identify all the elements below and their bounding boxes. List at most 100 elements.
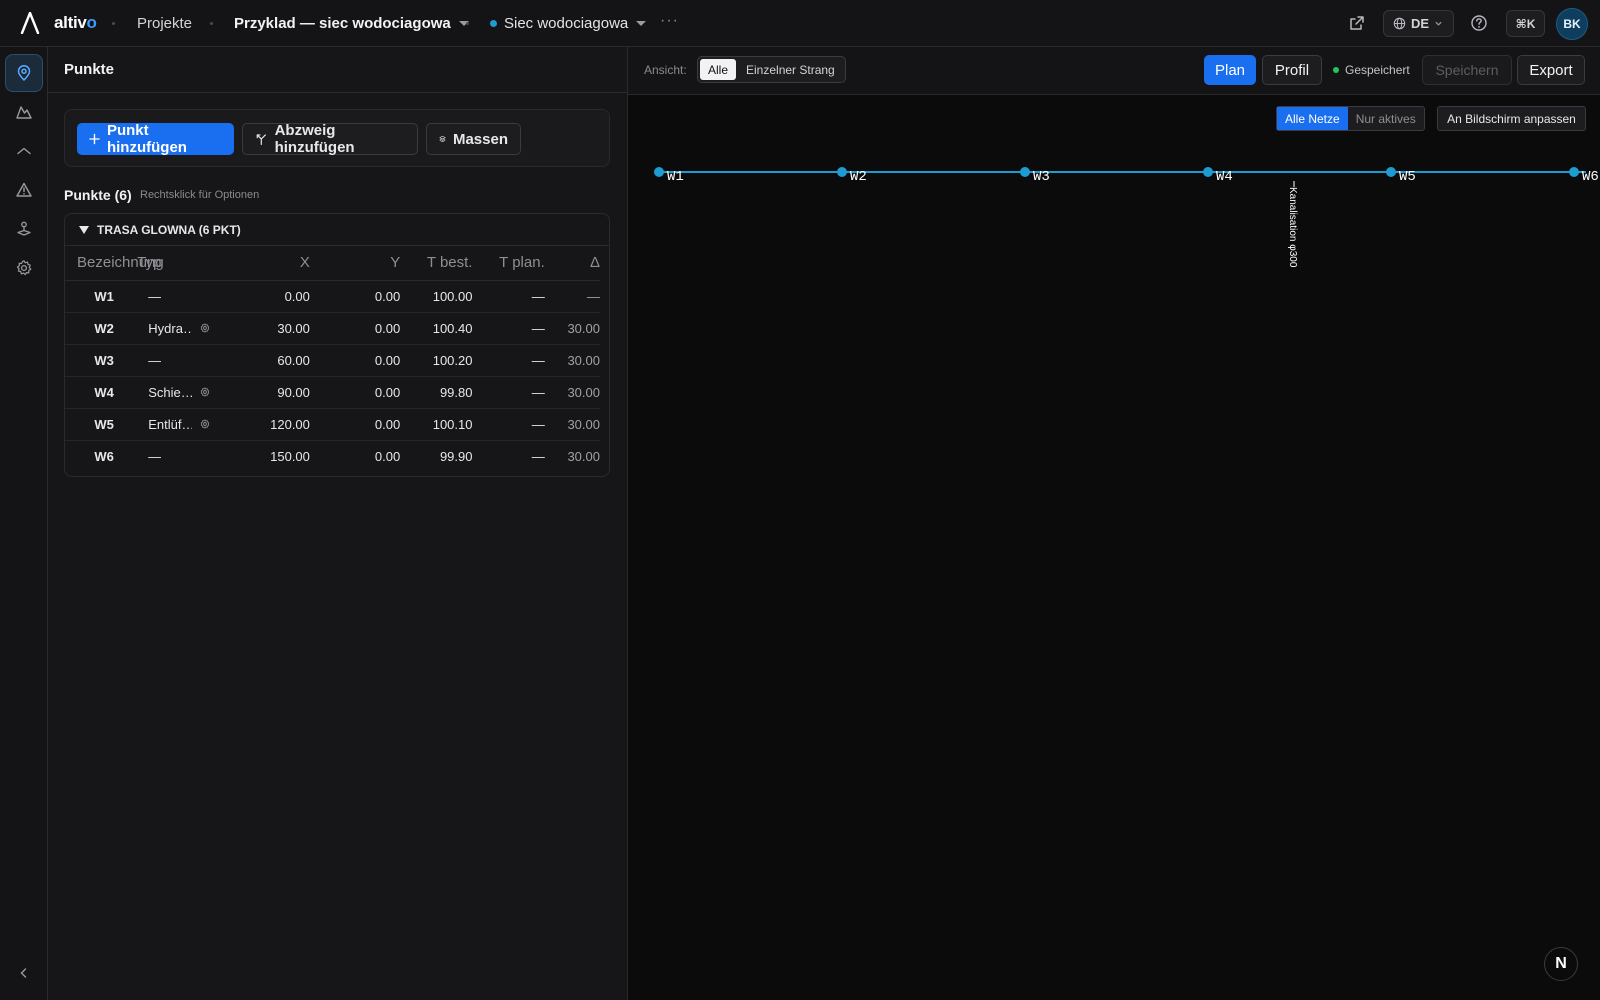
net-option-active-only[interactable]: Nur aktives [1348, 107, 1424, 130]
point-y[interactable]: 0.00 [309, 344, 401, 377]
view-option-all[interactable]: Alle [700, 59, 737, 80]
col-header-t-plan[interactable]: T plan. [472, 246, 545, 281]
point-type-cell[interactable]: Entlüf… [137, 408, 228, 441]
warning-icon [16, 182, 32, 197]
add-branch-button[interactable]: Abzweig hinzufügen [242, 122, 418, 156]
network-node[interactable] [837, 167, 847, 177]
point-t-plan[interactable]: — [472, 408, 545, 441]
point-t-plan[interactable]: — [472, 312, 545, 345]
point-t-plan[interactable]: — [472, 344, 545, 377]
point-t-plan[interactable]: — [472, 280, 545, 313]
collapse-sidebar-button[interactable] [14, 963, 34, 983]
table-row[interactable]: W5 Entlüf… 120.00 0.00 100.10—30.00 [65, 408, 600, 441]
point-y[interactable]: 0.00 [309, 280, 401, 313]
network-name: Siec wodociagowa [504, 15, 629, 32]
col-header-x[interactable]: X [227, 246, 310, 281]
point-t-best[interactable]: 100.40 [400, 312, 473, 345]
fit-to-screen-button[interactable]: An Bildschirm anpassen [1437, 106, 1586, 131]
masses-button[interactable]: Massen [426, 123, 521, 155]
point-y[interactable]: 0.00 [309, 312, 401, 345]
point-t-plan[interactable]: — [472, 376, 545, 409]
project-name: Przyklad — siec wodociagowa [234, 15, 451, 32]
view-label: Ansicht: [644, 63, 687, 77]
network-color-dot [490, 20, 497, 27]
network-filter-toggle: Alle Netze Nur aktives [1276, 106, 1425, 131]
point-y[interactable]: 0.00 [310, 440, 400, 472]
net-option-all[interactable]: Alle Netze [1277, 107, 1348, 130]
rail-item-tools[interactable] [5, 210, 43, 248]
col-header-name[interactable]: Bezeichnung [65, 246, 164, 281]
point-x[interactable]: 30.00 [227, 312, 310, 345]
point-t-best[interactable]: 100.10 [400, 408, 473, 441]
save-status: Gespeichert [1333, 63, 1410, 77]
network-selector[interactable]: Siec wodociagowa [490, 15, 647, 32]
canvas-toolbar: Ansicht: Alle Einzelner Strang Plan Prof… [628, 47, 1600, 95]
gear-icon[interactable] [200, 387, 210, 397]
more-options-button[interactable]: ··· [660, 12, 679, 30]
point-type-cell[interactable]: — [137, 280, 228, 313]
triangle-down-icon [79, 225, 89, 234]
north-badge[interactable]: N [1544, 947, 1578, 981]
separator-dot [210, 22, 213, 25]
top-bar: altivo Projekte Przyklad — siec wodociag… [0, 0, 1600, 47]
network-node[interactable] [1203, 167, 1213, 177]
help-icon[interactable] [1470, 14, 1488, 32]
network-node[interactable] [654, 167, 664, 177]
table-row[interactable]: W4 Schie… 90.00 0.00 99.80—30.00 [65, 376, 600, 409]
point-x[interactable]: 0.00 [227, 280, 310, 313]
network-plan-map[interactable]: W1 W2 W3 W4 W5 W6 Kanalisation φ300 [628, 95, 1600, 1000]
rail-item-terrain[interactable] [5, 93, 43, 131]
export-button[interactable]: Export [1517, 55, 1585, 85]
group-header-trasa-glowna[interactable]: TRASA GLOWNA (6 PKT) [65, 214, 609, 246]
point-type-cell[interactable]: Schie… [137, 376, 228, 409]
language-selector[interactable]: DE [1383, 10, 1454, 37]
view-segmented-control: Alle Einzelner Strang [697, 56, 846, 83]
table-row[interactable]: W3—60.00 0.00 100.20—30.00 [65, 344, 600, 377]
table-row[interactable]: W6—150.00 0.00 99.90—30.00 [65, 440, 600, 472]
point-t-best[interactable]: 100.00 [400, 280, 473, 313]
point-t-plan[interactable]: — [472, 440, 545, 472]
network-node[interactable] [1569, 167, 1579, 177]
gear-icon[interactable] [200, 323, 210, 333]
network-node[interactable] [1386, 167, 1396, 177]
brand-name[interactable]: altivo [54, 13, 97, 33]
separator-dot [112, 22, 115, 25]
point-type-cell[interactable]: — [137, 344, 228, 377]
point-type-cell[interactable]: — [137, 440, 227, 472]
projects-link[interactable]: Projekte [137, 15, 192, 32]
point-x[interactable]: 150.00 [228, 440, 310, 472]
network-node[interactable] [1020, 167, 1030, 177]
col-header-delta[interactable]: Δ [544, 246, 600, 281]
points-table: Bezeichnung Typ X Y T best. T plan. Δ W1… [65, 246, 600, 472]
plan-view-button[interactable]: Plan [1204, 55, 1256, 85]
rail-item-warnings[interactable] [5, 171, 43, 209]
add-branch-label: Abzweig hinzufügen [274, 122, 355, 156]
user-avatar[interactable]: BK [1556, 8, 1588, 40]
command-palette-button[interactable]: ⌘K [1506, 10, 1545, 37]
point-y[interactable]: 0.00 [309, 408, 401, 441]
rail-item-points[interactable] [5, 54, 43, 92]
open-external-icon[interactable] [1348, 14, 1366, 32]
save-button[interactable]: Speichern [1422, 55, 1512, 85]
view-option-single-strand[interactable]: Einzelner Strang [738, 59, 843, 80]
add-point-button[interactable]: Punkt hinzufügen [77, 122, 234, 156]
point-t-best[interactable]: 99.80 [400, 376, 473, 409]
rail-item-settings[interactable] [5, 249, 43, 287]
point-y[interactable]: 0.00 [309, 376, 401, 409]
gear-icon[interactable] [200, 419, 210, 429]
point-type-cell[interactable]: Hydra… [137, 312, 228, 345]
col-header-t-best[interactable]: T best. [400, 246, 473, 281]
altivo-logo-icon[interactable] [20, 12, 40, 34]
col-header-type[interactable]: Typ [137, 246, 228, 281]
point-t-best[interactable]: 99.90 [400, 440, 473, 472]
table-row[interactable]: W1—0.00 0.00 100.00— — [65, 280, 600, 313]
point-t-best[interactable]: 100.20 [400, 344, 473, 377]
point-x[interactable]: 90.00 [227, 376, 310, 409]
point-x[interactable]: 60.00 [227, 344, 310, 377]
project-selector[interactable]: Przyklad — siec wodociagowa [234, 15, 469, 32]
col-header-y[interactable]: Y [309, 246, 401, 281]
profile-view-button[interactable]: Profil [1262, 55, 1322, 85]
rail-item-profile[interactable] [5, 132, 43, 170]
point-x[interactable]: 120.00 [227, 408, 310, 441]
table-row[interactable]: W2 Hydra… 30.00 0.00 100.40—30.00 [65, 312, 600, 345]
